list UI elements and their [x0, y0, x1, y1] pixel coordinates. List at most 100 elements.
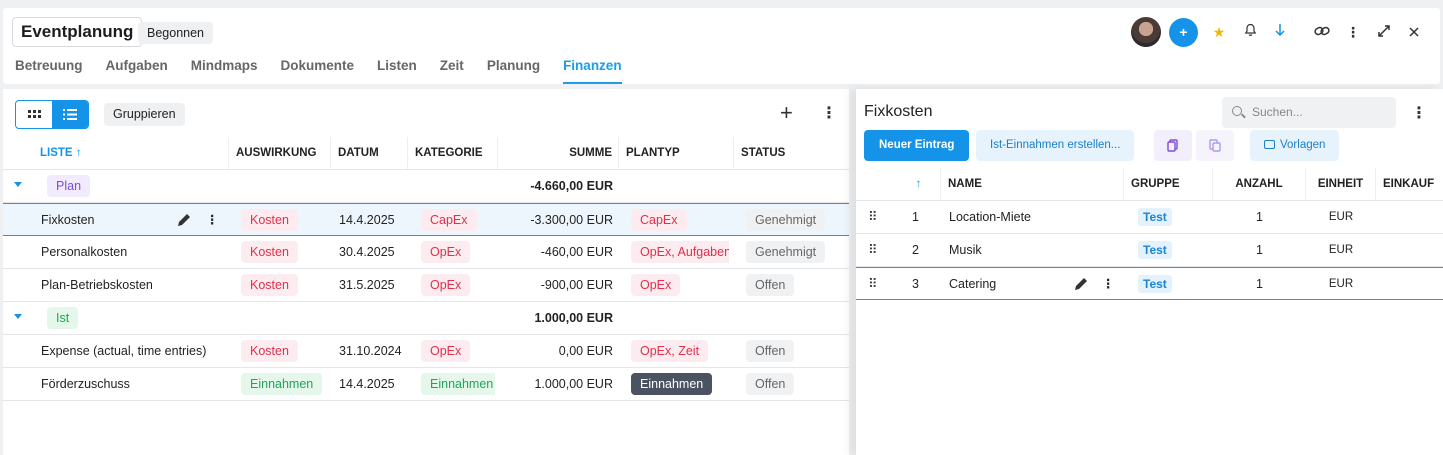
- row-number: 2: [912, 243, 919, 257]
- edit-pencil-icon[interactable]: [176, 204, 192, 236]
- column-header-auswirkung[interactable]: AUSWIRKUNG: [229, 137, 331, 169]
- column-header-status[interactable]: STATUS: [734, 137, 849, 169]
- more-vertical-icon[interactable]: ⋮: [1411, 103, 1427, 123]
- row-number: 3: [912, 277, 919, 291]
- table-row[interactable]: ⠿ 3 Catering ⋮ Test 1 EUR: [856, 267, 1443, 300]
- group-button[interactable]: Gruppieren: [104, 103, 185, 126]
- row-more-icon[interactable]: ⋮: [206, 204, 219, 236]
- column-header-liste[interactable]: LISTE ↑: [33, 137, 229, 169]
- copy-icon[interactable]: [1154, 130, 1192, 161]
- row-sum: 0,00 EUR: [558, 344, 613, 358]
- column-header-nr[interactable]: ↑: [890, 168, 941, 200]
- more-vertical-icon[interactable]: ⋮: [1343, 22, 1363, 42]
- row-date: 14.4.2025: [339, 377, 395, 391]
- detail-table-header: ↑ NAME GRUPPE ANZAHL EINHEIT EINKAUF: [856, 168, 1443, 201]
- impact-badge: Kosten: [241, 241, 298, 263]
- group-label: Ist: [47, 307, 79, 329]
- row-name: Expense (actual, time entries): [41, 344, 207, 358]
- tab-mindmaps[interactable]: Mindmaps: [191, 58, 258, 84]
- grid-icon: [27, 110, 41, 118]
- column-header-gruppe[interactable]: GRUPPE: [1124, 168, 1213, 200]
- collapse-caret-icon[interactable]: [14, 314, 22, 319]
- table-row[interactable]: Personalkosten Kosten 30.4.2025 OpEx -46…: [3, 236, 849, 269]
- view-toggle: [15, 100, 89, 129]
- template-icon: [1264, 140, 1275, 149]
- row-name: Musik: [949, 243, 982, 257]
- column-header-einkauf[interactable]: EINKAUF: [1376, 168, 1443, 200]
- column-header-kategorie[interactable]: KATEGORIE: [408, 137, 498, 169]
- tab-betreuung[interactable]: Betreuung: [15, 58, 83, 84]
- tab-aufgaben[interactable]: Aufgaben: [106, 58, 168, 84]
- more-vertical-icon[interactable]: ⋮: [821, 103, 837, 123]
- link-icon[interactable]: [1312, 22, 1332, 42]
- status-badge: Offen: [746, 340, 795, 362]
- table-row[interactable]: Expense (actual, time entries) Kosten 31…: [3, 335, 849, 368]
- column-header-name[interactable]: NAME: [941, 168, 1124, 200]
- impact-badge: Einnahmen: [241, 373, 323, 395]
- edit-pencil-icon[interactable]: [1073, 268, 1089, 300]
- close-icon[interactable]: [1404, 22, 1424, 42]
- row-unit: EUR: [1328, 278, 1354, 290]
- tab-listen[interactable]: Listen: [377, 58, 417, 84]
- expand-icon[interactable]: [1374, 22, 1394, 42]
- project-title[interactable]: Eventplanung: [12, 17, 143, 47]
- table-row[interactable]: Fixkosten ⋮ Kosten 14.4.2025 CapEx -3.30…: [3, 203, 849, 236]
- row-name: Personalkosten: [41, 245, 128, 259]
- avatar[interactable]: [1131, 17, 1161, 47]
- drag-handle-icon[interactable]: ⠿: [868, 268, 877, 300]
- tab-planung[interactable]: Planung: [487, 58, 540, 84]
- add-list-icon[interactable]: +: [780, 101, 793, 125]
- drag-handle-icon[interactable]: ⠿: [868, 234, 877, 266]
- tab-dokumente[interactable]: Dokumente: [281, 58, 355, 84]
- category-badge: CapEx: [421, 209, 477, 231]
- table-row[interactable]: Plan-Betriebskosten Kosten 31.5.2025 OpE…: [3, 269, 849, 302]
- column-header-plantyp[interactable]: PLANTYP: [619, 137, 734, 169]
- plantype-badge: OpEx, Zeit: [631, 340, 709, 362]
- column-header-anzahl[interactable]: ANZAHL: [1213, 168, 1306, 200]
- group-label: Plan: [47, 175, 91, 197]
- row-quantity: 1: [1256, 210, 1263, 224]
- table-row[interactable]: Förderzuschuss Einnahmen 14.4.2025 Einna…: [3, 368, 849, 401]
- table-row[interactable]: ⠿ 2 Musik Test 1 EUR: [856, 234, 1443, 267]
- panel-title: Fixkosten: [864, 103, 933, 120]
- row-date: 14.4.2025: [339, 213, 395, 227]
- column-header-datum[interactable]: DATUM: [331, 137, 408, 169]
- row-name: Location-Miete: [949, 210, 1031, 224]
- group-badge: Test: [1138, 275, 1172, 293]
- row-date: 30.4.2025: [339, 245, 395, 259]
- add-button[interactable]: +: [1169, 18, 1198, 47]
- search-input[interactable]: Suchen...: [1222, 97, 1396, 128]
- bell-icon[interactable]: [1240, 22, 1260, 42]
- paste-icon[interactable]: [1196, 130, 1234, 161]
- tab-finanzen[interactable]: Finanzen: [563, 58, 622, 84]
- category-badge: Einnahmen: [421, 373, 495, 395]
- search-placeholder: Suchen...: [1252, 105, 1303, 119]
- impact-badge: Kosten: [241, 340, 298, 362]
- detail-panel: Fixkosten Suchen... ⋮ Neuer Eintrag Ist-…: [856, 89, 1443, 455]
- group-row-ist[interactable]: Ist 1.000,00 EUR: [3, 302, 849, 335]
- arrow-down-icon[interactable]: [1270, 22, 1290, 42]
- list-view-button[interactable]: [52, 101, 88, 128]
- collapse-caret-icon[interactable]: [14, 182, 22, 187]
- group-total: 1.000,00 EUR: [534, 311, 613, 325]
- row-unit: EUR: [1328, 211, 1354, 223]
- drag-handle-icon[interactable]: ⠿: [868, 201, 877, 233]
- group-row-plan[interactable]: Plan -4.660,00 EUR: [3, 170, 849, 203]
- row-name: Förderzuschuss: [41, 377, 130, 391]
- new-entry-button[interactable]: Neuer Eintrag: [864, 130, 970, 161]
- table-row[interactable]: ⠿ 1 Location-Miete Test 1 EUR: [856, 201, 1443, 234]
- status-badge: Offen: [746, 373, 795, 395]
- tab-zeit[interactable]: Zeit: [440, 58, 464, 84]
- row-more-icon[interactable]: ⋮: [1102, 268, 1115, 300]
- column-header-einheit[interactable]: EINHEIT: [1306, 168, 1376, 200]
- create-actual-income-button[interactable]: Ist-Einnahmen erstellen...: [976, 130, 1135, 161]
- star-icon[interactable]: ★: [1209, 22, 1229, 42]
- row-date: 31.5.2025: [339, 278, 395, 292]
- column-header-summe[interactable]: SUMME: [498, 137, 619, 169]
- row-sum: -460,00 EUR: [540, 245, 613, 259]
- templates-button[interactable]: Vorlagen: [1250, 130, 1340, 161]
- grid-view-button[interactable]: [16, 101, 52, 128]
- project-status-badge[interactable]: Begonnen: [138, 22, 214, 44]
- group-badge: Test: [1138, 208, 1172, 226]
- status-badge: Offen: [746, 274, 795, 296]
